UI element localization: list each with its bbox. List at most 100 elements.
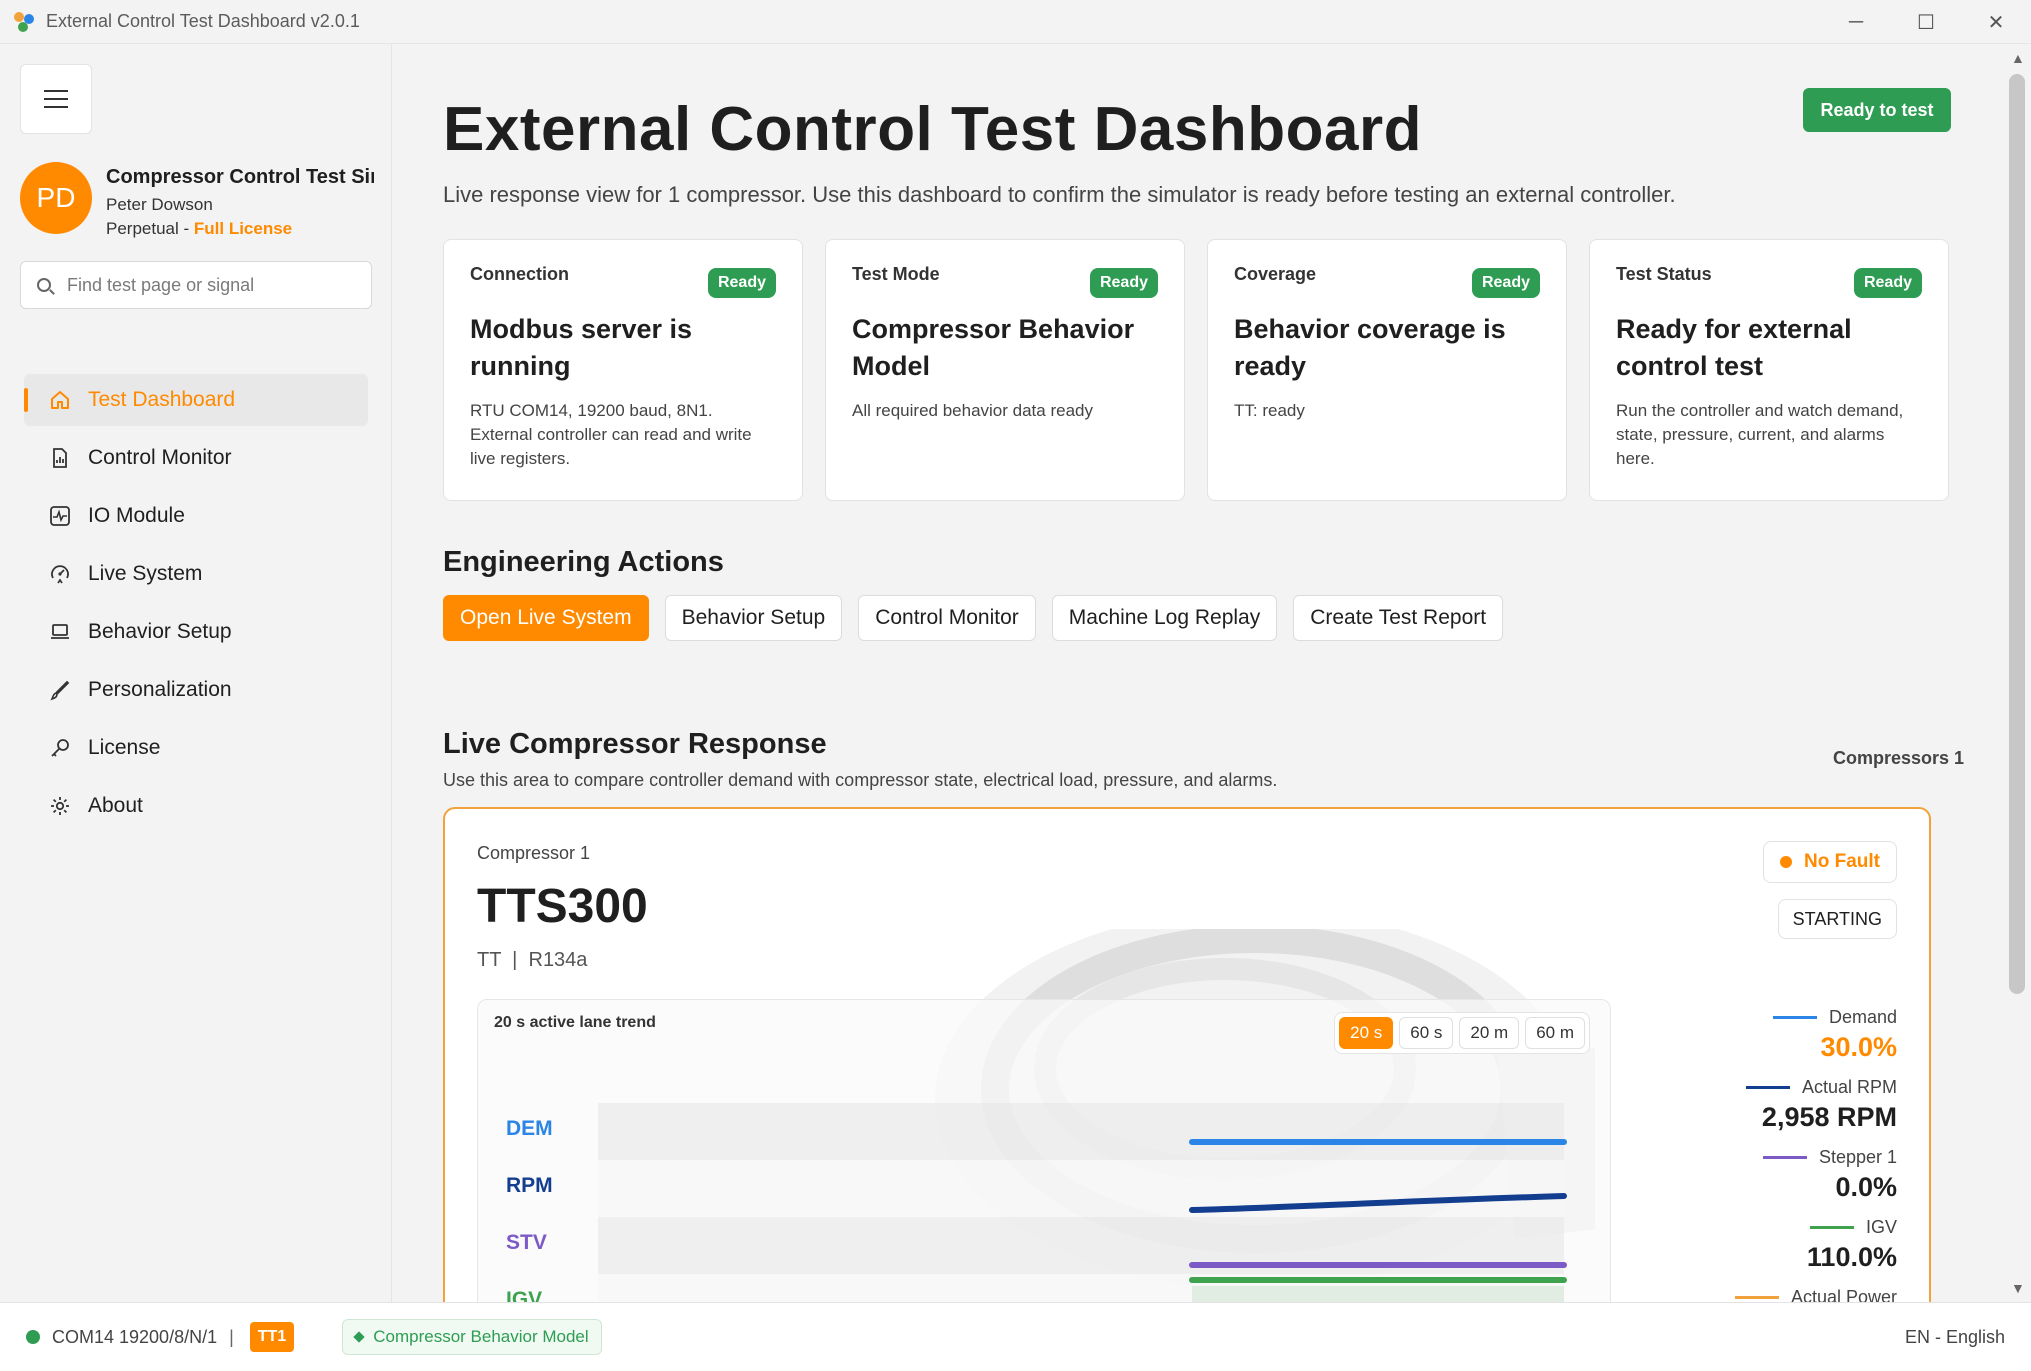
igv-trend-fill [1192, 1286, 1564, 1302]
card-title: Modbus server is running [470, 314, 693, 381]
metric-name: Actual RPM [1801, 1077, 1897, 1097]
behavior-setup-button[interactable]: Behavior Setup [664, 595, 843, 641]
connection-status-dot-icon [26, 1330, 40, 1344]
main-scrollbar[interactable]: ▲ ▼ [2003, 44, 2031, 1302]
fault-dot-icon [1780, 856, 1792, 868]
profile-license: Perpetual - Full License [106, 219, 374, 239]
serial-port-status: COM14 19200/8/N/1 [52, 1326, 218, 1347]
card-title: Behavior coverage is ready [1234, 314, 1506, 381]
fault-status-text: No Fault [1804, 851, 1880, 872]
page-title: External Control Test Dashboard [443, 95, 1422, 164]
scroll-down-arrow-icon[interactable]: ▼ [2011, 1280, 2025, 1296]
sidebar-item-label: Control Monitor [88, 446, 232, 469]
compressor-tag-badge[interactable]: TT1 [249, 1322, 295, 1352]
sidebar-item-io-module[interactable]: IO Module [24, 490, 368, 542]
live-response-subtitle: Use this area to compare controller dema… [443, 770, 1278, 790]
sidebar-item-control-monitor[interactable]: Control Monitor [24, 432, 368, 484]
close-button[interactable]: ✕ [1961, 0, 2031, 44]
scroll-up-arrow-icon[interactable]: ▲ [2011, 50, 2025, 66]
metrics-panel: Demand 30.0% Actual RPM 2,958 RPM Steppe… [1637, 1007, 1897, 1302]
home-icon [48, 388, 72, 412]
sidebar-item-about[interactable]: About [24, 780, 368, 832]
control-monitor-button[interactable]: Control Monitor [858, 595, 1036, 641]
brush-icon [48, 678, 72, 702]
title-bar: External Control Test Dashboard v2.0.1 ─… [0, 0, 2031, 44]
metric-name: Stepper 1 [1818, 1147, 1897, 1167]
sidebar-item-behavior-setup[interactable]: Behavior Setup [24, 606, 368, 658]
metric-value: 0.0% [1835, 1172, 1897, 1202]
behavior-model-chip[interactable]: Compressor Behavior Model [342, 1319, 602, 1355]
minimize-button[interactable]: ─ [1821, 0, 1891, 44]
metric-name: Actual Power [1790, 1287, 1897, 1302]
sidebar-item-label: Test Dashboard [88, 388, 236, 411]
status-separator: | [229, 1326, 234, 1347]
engineering-actions-title: Engineering Actions [443, 546, 724, 578]
sidebar-nav: Test Dashboard Control Monitor IO Module… [24, 374, 368, 838]
search-icon [37, 278, 51, 292]
page-subtitle: Live response view for 1 compressor. Use… [443, 182, 1676, 207]
sidebar-item-test-dashboard[interactable]: Test Dashboard [24, 374, 368, 426]
status-badge: Ready [1471, 268, 1540, 298]
key-icon [48, 736, 72, 760]
gear-icon [48, 794, 72, 818]
search-box [20, 261, 372, 309]
main-content: External Control Test Dashboard Ready to… [393, 44, 2003, 1302]
actual-power-metric: Actual Power [1637, 1287, 1897, 1302]
rpm-trend-line [1189, 1193, 1567, 1213]
card-description: TT: ready [1234, 401, 1305, 420]
demand-metric: Demand 30.0% [1637, 1007, 1897, 1063]
sidebar-item-label: IO Module [88, 504, 185, 527]
search-input[interactable] [67, 274, 357, 296]
profile-user: Peter Dowson [106, 195, 213, 214]
report-icon [48, 446, 72, 470]
metric-value: 30.0% [1820, 1032, 1897, 1062]
machine-log-replay-button[interactable]: Machine Log Replay [1051, 595, 1278, 641]
maximize-button[interactable]: ☐ [1891, 0, 1961, 44]
language-selector[interactable]: EN - English [1905, 1327, 2005, 1348]
sidebar-item-license[interactable]: License [24, 722, 368, 774]
status-cards: Connection Ready Modbus server is runnin… [443, 239, 1951, 501]
avatar: PD [20, 162, 92, 234]
test-status-card: Test Status Ready Ready for external con… [1589, 239, 1949, 501]
sidebar-item-label: About [88, 794, 143, 817]
coverage-card: Coverage Ready Behavior coverage is read… [1207, 239, 1567, 501]
card-title: Ready for external control test [1616, 314, 1852, 381]
metric-value: 110.0% [1806, 1242, 1897, 1272]
stepper-metric: Stepper 1 0.0% [1637, 1147, 1897, 1203]
rpm-legend-line [1745, 1086, 1790, 1089]
engineering-actions: Open Live System Behavior Setup Control … [443, 595, 1504, 641]
create-test-report-button[interactable]: Create Test Report [1293, 595, 1504, 641]
card-title: Compressor Behavior Model [852, 314, 1135, 381]
igv-legend-line [1809, 1226, 1854, 1229]
behavior-model-label: Compressor Behavior Model [373, 1327, 589, 1346]
lane-trend-panel: 20 s active lane trend 20 s 60 s 20 m 60… [477, 999, 1611, 1302]
menu-toggle-button[interactable] [20, 64, 92, 134]
pulse-icon [48, 504, 72, 528]
sidebar-item-label: Personalization [88, 678, 232, 701]
compressor-model: TTS300 [477, 880, 648, 933]
sidebar-item-label: Live System [88, 562, 203, 585]
sidebar-item-personalization[interactable]: Personalization [24, 664, 368, 716]
demand-legend-line [1772, 1016, 1817, 1019]
open-live-system-button[interactable]: Open Live System [443, 595, 649, 641]
ready-to-test-button[interactable]: Ready to test [1803, 88, 1951, 132]
igv-metric: IGV 110.0% [1637, 1217, 1897, 1273]
compressor-label: Compressor 1 [477, 843, 591, 863]
license-level: Full License [193, 219, 293, 238]
power-legend-line [1734, 1296, 1779, 1299]
card-description: RTU COM14, 19200 baud, 8N1. External con… [470, 401, 752, 468]
scrollbar-thumb[interactable] [2009, 74, 2025, 994]
gauge-icon [48, 562, 72, 586]
status-badge: Ready [707, 268, 776, 298]
laptop-icon [48, 620, 72, 644]
profile-info: Compressor Control Test Simulator Peter … [106, 162, 374, 242]
trend-lines [1189, 1139, 1567, 1302]
status-badge: Ready [1853, 268, 1922, 298]
status-bar: COM14 19200/8/N/1 | TT1 Compressor Behav… [0, 1302, 2031, 1371]
sidebar-item-live-system[interactable]: Live System [24, 548, 368, 600]
live-response-title: Live Compressor Response [443, 728, 827, 760]
license-type: Perpetual - [106, 219, 194, 238]
metric-name: IGV [1865, 1217, 1897, 1237]
sidebar-item-label: License [88, 736, 161, 759]
compressor-card: Compressor 1 TTS300 TT | R134a No Fault … [443, 807, 1931, 1302]
